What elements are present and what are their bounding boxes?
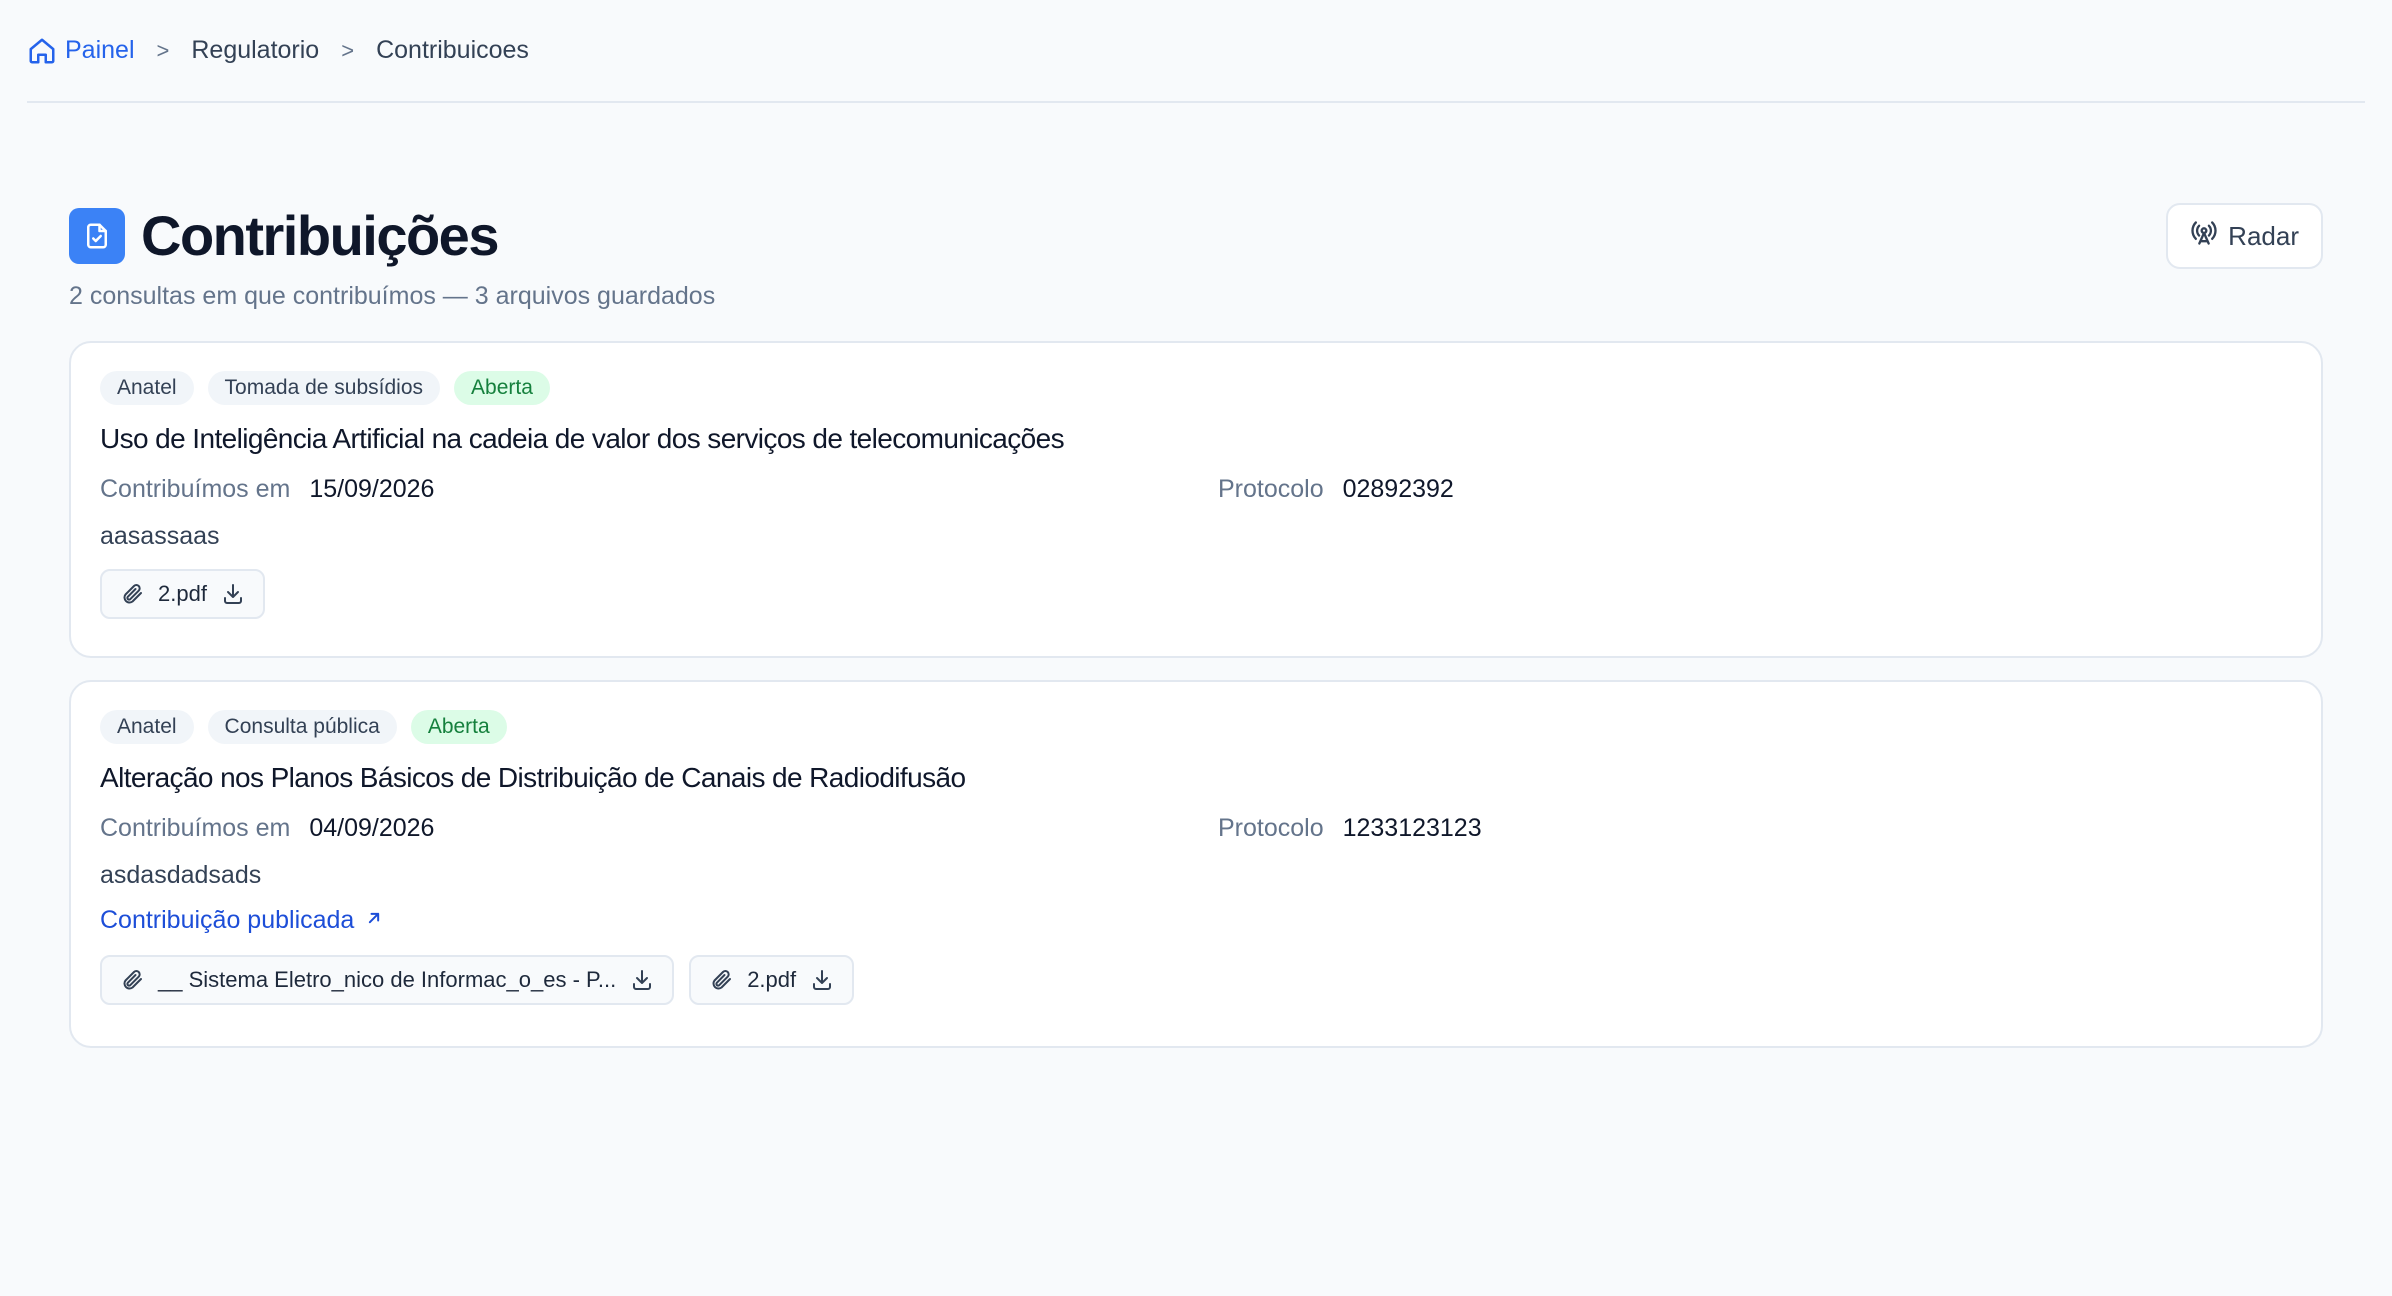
breadcrumb-item-contribuicoes: Contribuicoes	[376, 36, 529, 65]
contributed-date: 04/09/2026	[309, 814, 435, 842]
type-tag: Consulta pública	[207, 710, 397, 744]
file-list: __ Sistema Eletro_nico de Informac_o_es …	[100, 955, 2292, 1005]
protocol-label: Protocolo	[1218, 475, 1324, 503]
paperclip-icon	[120, 968, 144, 992]
page-title: Contribuições	[141, 204, 499, 267]
external-link-icon	[364, 906, 384, 935]
home-icon	[27, 36, 57, 66]
type-tag: Tomada de subsídios	[207, 371, 441, 405]
page-header: Contribuições 2 consultas em que contrib…	[69, 203, 2323, 313]
paperclip-icon	[120, 582, 144, 606]
card-meta: Contribuímos em 04/09/2026 Protocolo 123…	[100, 814, 2292, 848]
status-badge: Aberta	[454, 371, 550, 405]
file-chip[interactable]: 2.pdf	[689, 955, 855, 1005]
contributed-label: Contribuímos em	[100, 475, 291, 503]
file-name: 2.pdf	[747, 967, 797, 992]
contributed-label: Contribuímos em	[100, 814, 291, 842]
card-meta: Contribuímos em 15/09/2026 Protocolo 028…	[100, 475, 2292, 509]
card-note: asdasdadsads	[100, 861, 262, 889]
contribution-card: Anatel Consulta pública Aberta Alteração…	[69, 680, 2323, 1048]
protocol-value: 1233123123	[1342, 814, 1482, 842]
tag-list: Anatel Tomada de subsídios Aberta	[100, 371, 2292, 405]
contributed-date: 15/09/2026	[309, 475, 435, 503]
breadcrumb-label: Regulatorio	[191, 36, 320, 64]
file-chip[interactable]: __ Sistema Eletro_nico de Informac_o_es …	[100, 955, 675, 1005]
paperclip-icon	[709, 968, 733, 992]
breadcrumb-separator: >	[341, 37, 355, 63]
protocol-label: Protocolo	[1218, 814, 1324, 842]
published-link-label: Contribuição publicada	[100, 906, 355, 934]
breadcrumb-label: Painel	[65, 36, 135, 64]
document-check-icon	[69, 207, 125, 264]
agency-tag: Anatel	[100, 371, 194, 405]
download-icon[interactable]	[221, 582, 245, 606]
page-subtitle: 2 consultas em que contribuímos — 3 arqu…	[69, 282, 716, 310]
file-name: __ Sistema Eletro_nico de Informac_o_es …	[158, 967, 617, 992]
radar-button-label: Radar	[2228, 220, 2299, 251]
file-chip[interactable]: 2.pdf	[100, 569, 265, 619]
file-name: 2.pdf	[158, 581, 207, 606]
tag-list: Anatel Consulta pública Aberta	[100, 710, 2292, 744]
status-badge: Aberta	[410, 710, 507, 744]
breadcrumb-separator: >	[156, 37, 170, 63]
card-note: aasassaas	[100, 522, 220, 550]
card-title: Uso de Inteligência Artificial na cadeia…	[100, 423, 1065, 454]
breadcrumb-item-regulatorio[interactable]: Regulatorio	[191, 36, 319, 65]
card-title: Alteração nos Planos Básicos de Distribu…	[100, 762, 966, 793]
file-list: 2.pdf	[100, 569, 2292, 619]
breadcrumb-item-painel[interactable]: Painel	[27, 36, 135, 66]
protocol-value: 02892392	[1342, 475, 1454, 503]
radar-button[interactable]: Radar	[2166, 203, 2323, 269]
broadcast-icon	[2190, 219, 2218, 254]
breadcrumb-label: Contribuicoes	[376, 36, 529, 64]
contribution-card: Anatel Tomada de subsídios Aberta Uso de…	[69, 341, 2323, 658]
download-icon[interactable]	[810, 968, 834, 992]
agency-tag: Anatel	[100, 710, 194, 744]
download-icon[interactable]	[630, 968, 654, 992]
breadcrumb: Painel > Regulatorio > Contribuicoes	[27, 0, 2365, 103]
published-contribution-link[interactable]: Contribuição publicada	[100, 906, 384, 935]
